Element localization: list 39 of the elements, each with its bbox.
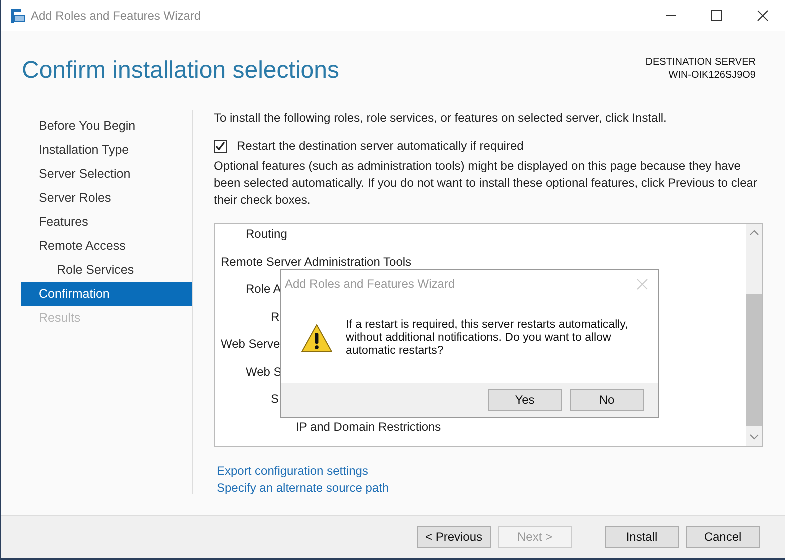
list-item: IP and Domain Restrictions	[296, 420, 442, 434]
list-item: Web Serve	[221, 337, 280, 352]
wizard-step[interactable]: Installation Type	[21, 138, 192, 162]
wizard-step[interactable]: Server Roles	[21, 186, 192, 210]
note-text: Optional features (such as administration tools) might be displayed on this page because they have been selected automatically. If you do not want to install these optional features, click Previous to clear their check boxes.	[214, 158, 758, 209]
dialog-button[interactable]: Yes	[488, 389, 562, 411]
warning-icon	[301, 324, 333, 353]
window-title: Add Roles and Features Wizard	[31, 8, 202, 22]
scrollbar[interactable]	[746, 224, 762, 446]
wizard-step[interactable]: Server Selection	[21, 162, 192, 186]
wizard-button[interactable]: Install	[605, 526, 679, 548]
link[interactable]: Specify an alternate source path	[217, 480, 390, 497]
wizard-button[interactable]: < Previous	[417, 526, 491, 548]
checkbox-label: Restart the destination server automatically if required	[237, 139, 524, 153]
scroll-thumb[interactable]	[746, 294, 762, 426]
close-icon[interactable]	[757, 10, 769, 22]
dialog-title: Add Roles and Features Wizard	[285, 277, 456, 291]
server-label: DESTINATION SERVER	[646, 56, 756, 69]
app-icon	[10, 8, 26, 24]
page-title: Confirm installation selections	[22, 57, 340, 85]
wizard-step[interactable]: Confirmation	[21, 282, 192, 306]
link[interactable]: Export configuration settings	[217, 463, 368, 480]
dialog-message: If a restart is required, this server restarts automatically, without additional notifications. Do you want to allow automatic restarts?	[346, 319, 630, 358]
list-item: Remote Server Administration Tools	[221, 254, 412, 269]
list-item: R	[271, 310, 280, 324]
dialog-button[interactable]: No	[570, 389, 644, 411]
wizard-step[interactable]: Remote Access	[21, 234, 192, 258]
checkbox[interactable]	[214, 140, 227, 152]
list-item: S	[271, 392, 280, 406]
scroll-down-icon[interactable]	[750, 434, 758, 440]
wizard-step[interactable]: Before You Begin	[21, 114, 192, 138]
wizard-button[interactable]: Cancel	[686, 526, 760, 548]
intro-text: To install the following roles, role services, or features on selected server, click Install.	[214, 110, 668, 127]
wizard-step[interactable]: Role Services	[21, 258, 192, 282]
server-name: WIN-OIK126SJ9O9	[668, 69, 756, 82]
maximize-icon[interactable]	[711, 10, 723, 22]
list-item: Routing	[246, 227, 288, 241]
scroll-up-icon[interactable]	[750, 230, 758, 236]
wizard-step[interactable]: Features	[21, 210, 192, 234]
